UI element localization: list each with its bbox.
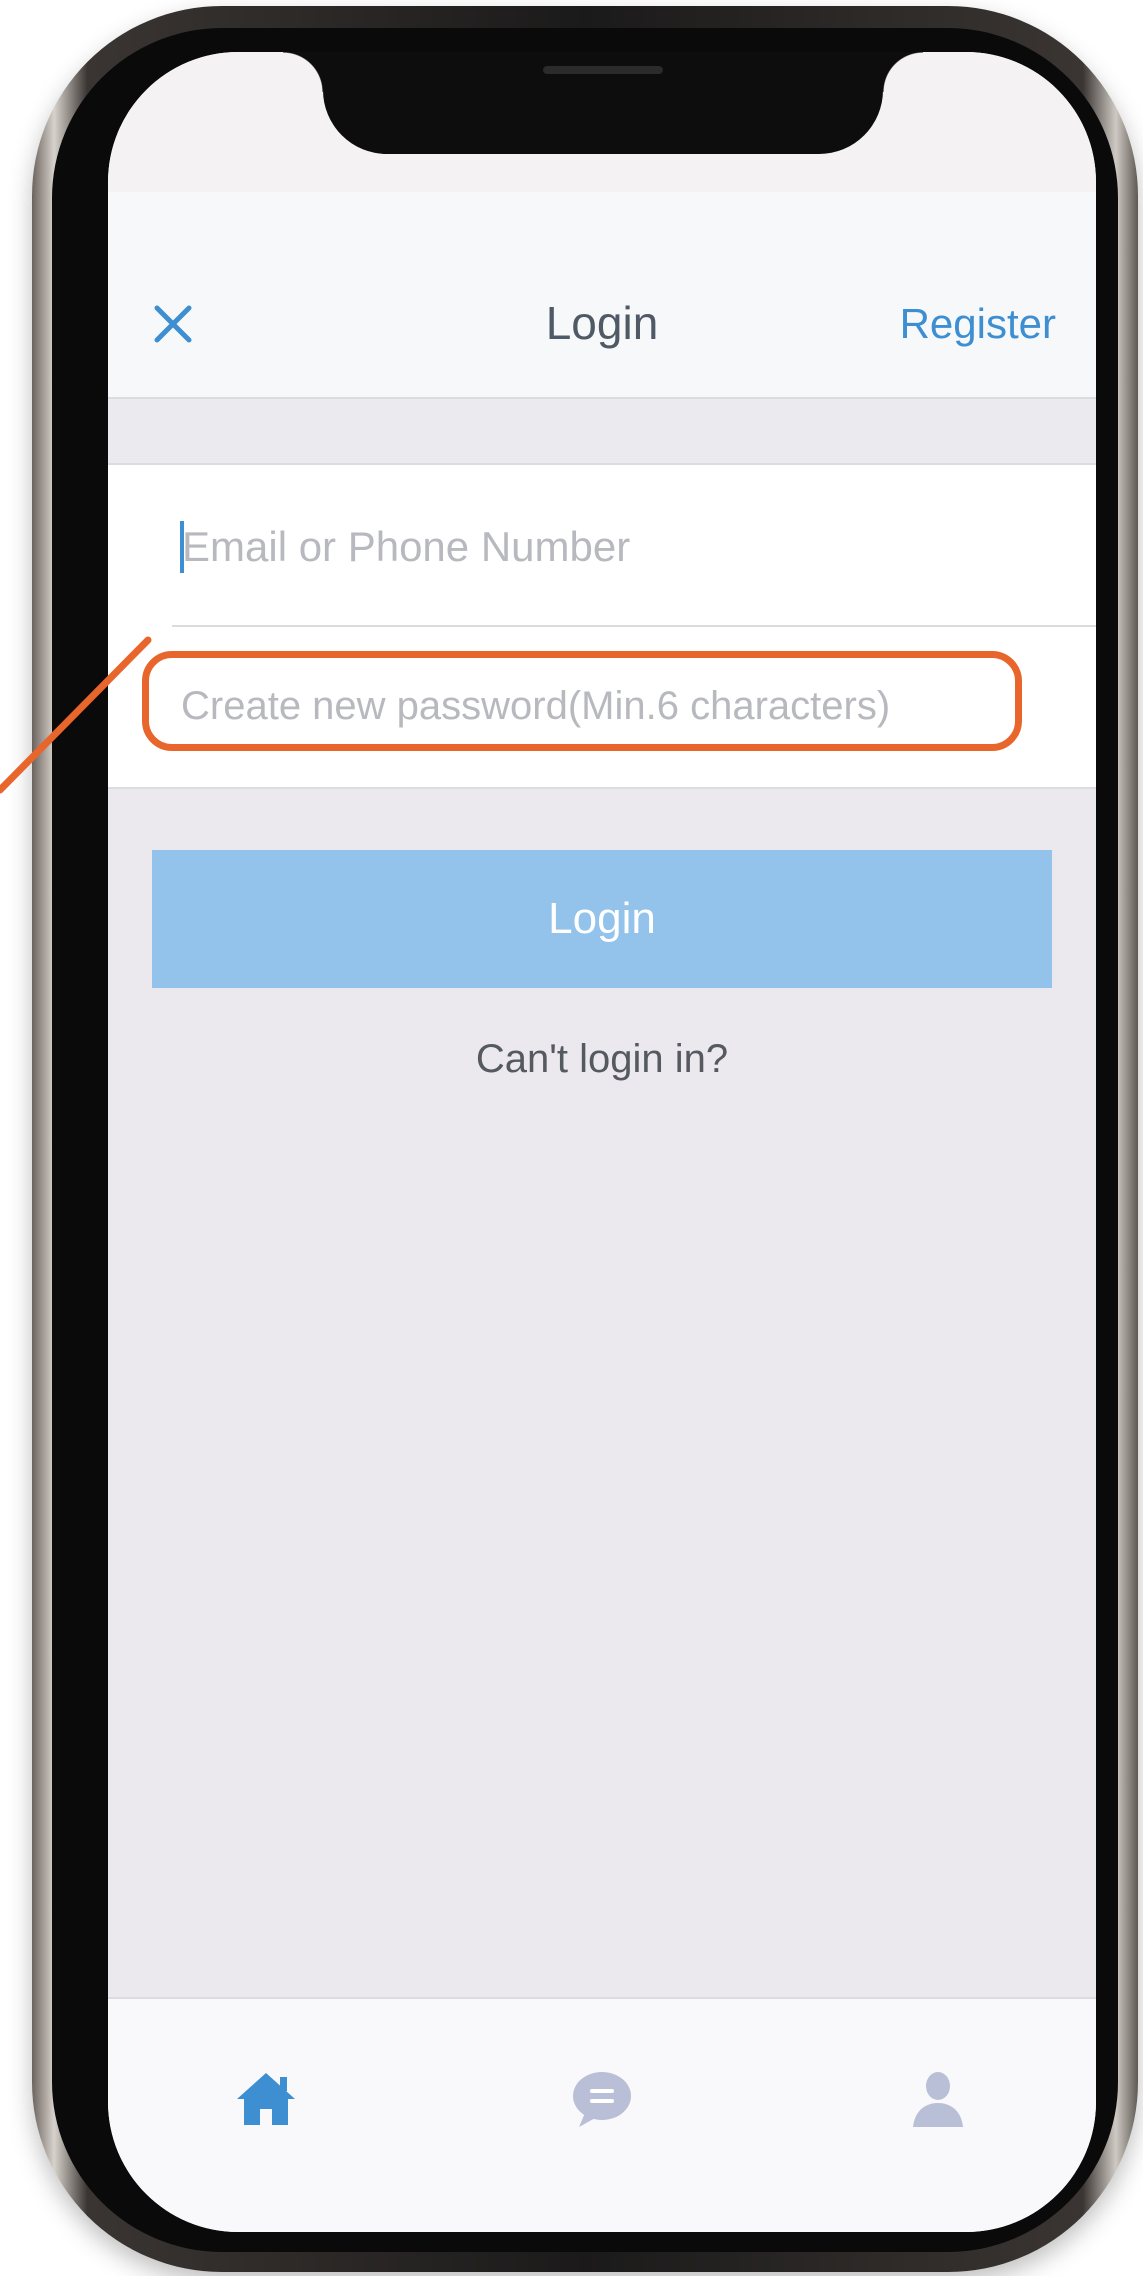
section-gap: [108, 399, 1096, 463]
user-icon: [913, 2072, 963, 2127]
phone-notch: [283, 52, 923, 154]
earpiece-speaker: [543, 66, 663, 74]
cant-login-link[interactable]: Can't login in?: [108, 1037, 1096, 1082]
login-button[interactable]: Login: [152, 850, 1052, 988]
tab-profile[interactable]: [898, 2059, 978, 2139]
nav-bar: Login Register: [108, 192, 1096, 399]
home-icon: [237, 2073, 295, 2125]
login-form: [108, 463, 1096, 789]
tab-bar: [108, 1997, 1096, 2232]
email-field-row: [172, 465, 1096, 627]
password-field-highlight: [142, 651, 1022, 751]
app-screen: Login Register Login Can't login in?: [108, 52, 1096, 2232]
email-field[interactable]: [180, 511, 1044, 583]
chat-icon: [573, 2072, 631, 2127]
register-link[interactable]: Register: [900, 300, 1056, 348]
tab-home[interactable]: [226, 2059, 306, 2139]
tab-messages[interactable]: [562, 2059, 642, 2139]
password-field[interactable]: [179, 670, 1003, 742]
